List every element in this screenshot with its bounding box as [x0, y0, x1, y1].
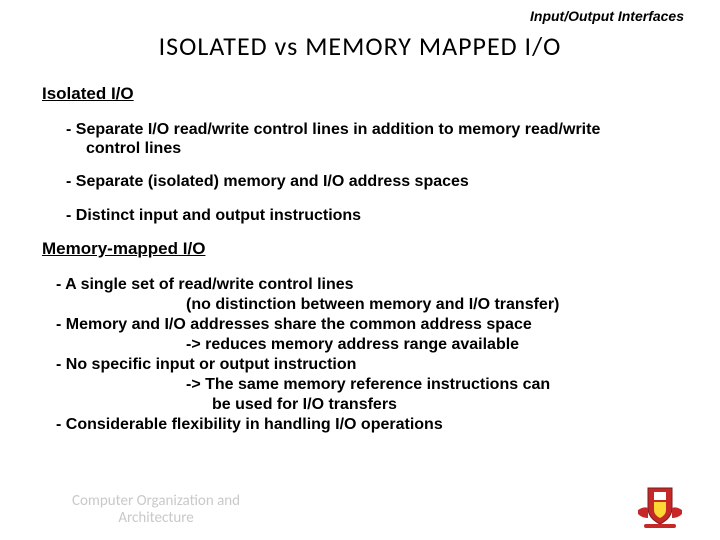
mm-line-2: (no distinction between memory and I/O t… — [186, 295, 684, 315]
isolated-point-1: - Separate I/O read/write control lines … — [66, 120, 684, 158]
mm-line-6: -> The same memory reference instruction… — [186, 375, 684, 395]
isolated-point-1-line1: - Separate I/O read/write control lines … — [66, 121, 600, 138]
mm-line-3: - Memory and I/O addresses share the com… — [56, 315, 684, 335]
slide-footer: Computer Organization and Architecture — [72, 493, 240, 526]
slide-title: ISOLATED vs MEMORY MAPPED I/O — [0, 30, 720, 62]
slide-topic-header: Input/Output Interfaces — [0, 0, 720, 24]
mm-line-8: - Considerable flexibility in handling I… — [56, 415, 684, 435]
mm-line-7: be used for I/O transfers — [212, 395, 684, 415]
footer-line-1: Computer Organization and — [72, 493, 240, 510]
mm-line-1: - A single set of read/write control lin… — [56, 275, 684, 295]
isolated-point-2: - Separate (isolated) memory and I/O add… — [66, 172, 684, 191]
crest-logo — [630, 482, 690, 530]
mm-line-4: -> reduces memory address range availabl… — [186, 335, 684, 355]
memory-mapped-body: - A single set of read/write control lin… — [56, 275, 684, 435]
crest-icon — [630, 482, 690, 530]
isolated-point-3: - Distinct input and output instructions — [66, 206, 684, 225]
mm-line-5: - No specific input or output instructio… — [56, 355, 684, 375]
isolated-heading: Isolated I/O — [42, 84, 720, 104]
memory-mapped-heading: Memory-mapped I/O — [42, 239, 720, 259]
footer-line-2: Architecture — [72, 510, 240, 527]
isolated-point-1-line2: control lines — [86, 139, 684, 158]
